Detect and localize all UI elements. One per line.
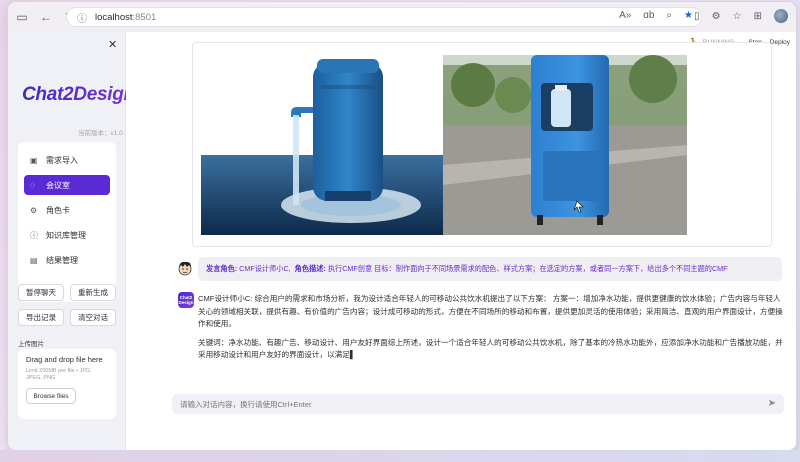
pause-chat-button[interactable]: 暂停聊天: [18, 284, 64, 301]
role-description-bubble: 发言角色: CMF设计师小C, 角色描述: 执行CMF创意 目标：制作面向于不同…: [198, 257, 782, 281]
address-bar-actions: A» ɑb ⌕ ★: [619, 10, 693, 21]
info-icon[interactable]: ⓘ: [77, 10, 87, 25]
version-label: 当前版本：v1.0: [78, 130, 123, 137]
send-icon[interactable]: ➤: [768, 398, 776, 409]
gear-icon: ⚙: [30, 205, 38, 215]
collections-icon[interactable]: ⊞: [754, 11, 762, 22]
sidebar-item-knowledge-base[interactable]: ⓘ 知识库管理: [24, 225, 110, 245]
browser-window: ▭ ← ↻ ⓘ localhost:8501 A» ɑb ⌕ ★ ▯ ⚙ ☆ ⊞…: [8, 2, 796, 450]
translate-icon[interactable]: ɑb: [643, 10, 654, 21]
export-record-button[interactable]: 导出记录: [18, 309, 64, 326]
app-logo: Chat2Design: [22, 84, 135, 105]
deploy-button[interactable]: Deploy: [770, 39, 790, 46]
read-aloud-icon[interactable]: A»: [619, 10, 631, 21]
sidebar-item-role-cards[interactable]: ⚙ 角色卡: [24, 200, 110, 220]
zoom-icon[interactable]: ⌕: [666, 10, 672, 21]
assistant-avatar-icon: Chat2 Design: [178, 292, 194, 308]
user-avatar-icon: [178, 261, 192, 276]
generated-images-card: [192, 42, 772, 247]
water-dispenser-image-ocean[interactable]: [201, 55, 443, 235]
answer-paragraph: 关键词：净水功能、有趣广告、移动设计、用户友好界面综上所述，设计一个适合年轻人的…: [198, 337, 783, 360]
document-icon: ▣: [30, 155, 38, 165]
file-dropzone[interactable]: Drag and drop file here Limit 200MB per …: [18, 349, 116, 419]
chat-input[interactable]: [180, 399, 740, 409]
address-bar[interactable]: ⓘ localhost:8501 A» ɑb ⌕ ★: [66, 7, 702, 27]
tab-sidebar-icon[interactable]: ▭: [12, 7, 32, 27]
water-dispenser-image-street[interactable]: [443, 55, 687, 235]
chat-bubble-icon: ◌: [30, 180, 35, 190]
clear-chat-button[interactable]: 清空对话: [70, 309, 116, 326]
favorite-star-icon[interactable]: ★: [684, 10, 693, 21]
favorites-icon[interactable]: ☆: [733, 11, 742, 22]
close-sidebar-icon[interactable]: ✕: [108, 38, 117, 51]
chat-input-box[interactable]: ➤: [172, 394, 784, 414]
split-screen-icon[interactable]: ▯: [694, 11, 700, 22]
info-icon: ⓘ: [30, 230, 38, 240]
extensions-icon[interactable]: ⚙: [712, 11, 721, 22]
browser-actions: ▯ ⚙ ☆ ⊞: [694, 9, 788, 23]
profile-avatar[interactable]: [774, 9, 788, 23]
back-icon[interactable]: ←: [36, 7, 56, 27]
desktop-strip: [0, 450, 800, 462]
sidebar-menu: ▣ 需求导入 ◌ 会议室 ⚙ 角色卡 ⓘ 知识库管理 ▤ 结果管理: [18, 142, 116, 302]
browse-files-button[interactable]: Browse files: [26, 388, 76, 404]
assistant-message: CMF设计师小C: 综合用户的需求和市场分析，我为设计适合年轻人的可移动公共饮水…: [198, 293, 784, 368]
main-panel: ⛹ RUNNING... Stop Deploy: [126, 32, 796, 450]
dropzone-title: Drag and drop file here: [26, 355, 103, 364]
sidebar-item-requirements[interactable]: ▣ 需求导入: [24, 150, 110, 170]
regenerate-button[interactable]: 重新生成: [70, 284, 116, 301]
dropzone-hint: Limit 200MB per file • JPG, JPEG, PNG: [26, 368, 92, 381]
sidebar-item-meeting-room[interactable]: ◌ 会议室: [24, 175, 110, 195]
upload-label: 上传图片: [18, 341, 44, 348]
list-icon: ▤: [30, 255, 38, 265]
url-text: localhost:8501: [95, 11, 157, 23]
sidebar: ✕ Chat2Design 当前版本：v1.0 ▣ 需求导入 ◌ 会议室 ⚙ 角…: [8, 32, 135, 450]
sidebar-item-results[interactable]: ▤ 结果管理: [24, 250, 110, 270]
browser-toolbar: ▭ ← ↻ ⓘ localhost:8501 A» ɑb ⌕ ★ ▯ ⚙ ☆ ⊞: [8, 2, 796, 32]
answer-paragraph: CMF设计师小C: 综合用户的需求和市场分析，我为设计适合年轻人的可移动公共饮水…: [198, 294, 783, 328]
